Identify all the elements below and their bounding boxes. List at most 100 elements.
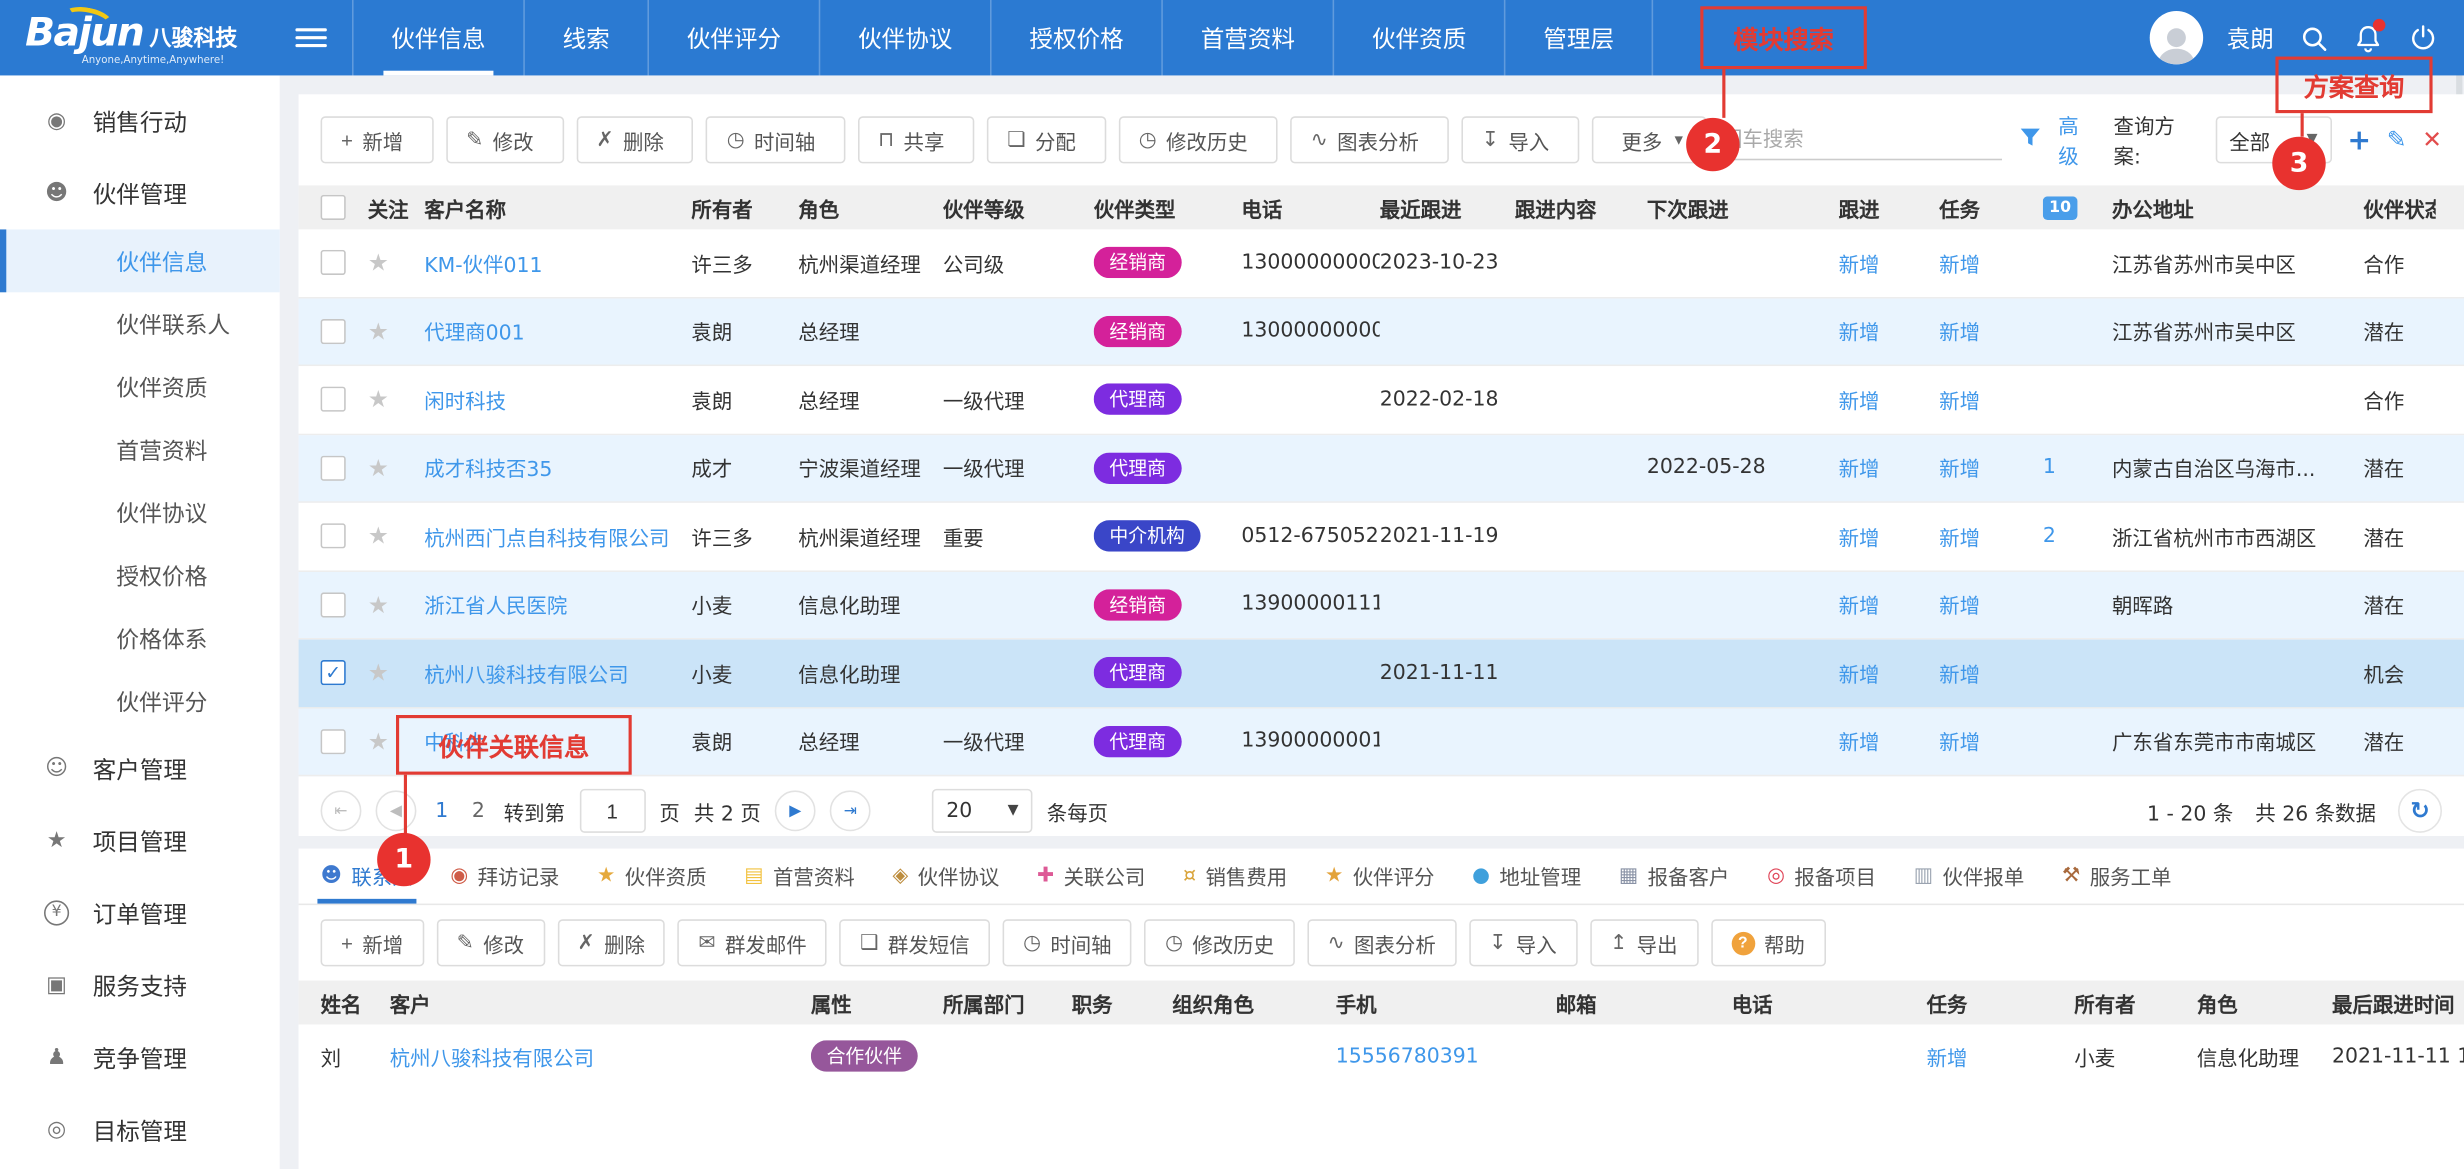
related-tab[interactable]: ★ 伙伴资质 <box>597 849 706 904</box>
page-number-2[interactable]: 2 <box>467 799 489 823</box>
task-add-link[interactable]: 新增 <box>1939 248 1980 278</box>
toolbar-button[interactable]: + 新增 <box>321 919 424 966</box>
top-menu-item[interactable]: 伙伴资质 <box>1333 0 1504 75</box>
sidebar-item[interactable]: ☺ 客户管理 <box>0 732 280 804</box>
favorite-star-icon[interactable]: ★ <box>368 590 389 618</box>
customer-name-link[interactable]: 代理商001 <box>424 316 524 346</box>
select-all-checkbox[interactable] <box>321 195 346 220</box>
app-logo[interactable]: Bajun 八骏科技 Anyone,Anytime,Anywhere! <box>0 0 280 75</box>
count-link[interactable]: 2 <box>2043 524 2056 548</box>
avatar[interactable] <box>2150 11 2203 64</box>
toolbar-button[interactable]: ◷ 修改历史 <box>1118 116 1277 163</box>
table-row[interactable]: ✓ ★ 闲时科技 袁朗 总经理 一级代理 代理商 2022-02-18 新增 新… <box>299 366 2464 434</box>
task-add-link[interactable]: 新增 <box>1939 521 1980 551</box>
top-menu-item[interactable]: 授权价格 <box>990 0 1161 75</box>
sidebar-item[interactable]: ¥ 订单管理 <box>0 877 280 949</box>
follow-add-link[interactable]: 新增 <box>1839 316 1880 346</box>
sidebar-item[interactable]: 授权价格 <box>0 544 280 607</box>
related-tab[interactable]: ▥ 伙伴报单 <box>1914 849 2024 904</box>
toolbar-button[interactable]: ✉ 群发邮件 <box>678 919 827 966</box>
sidebar-item[interactable]: ◉ 销售行动 <box>0 85 280 157</box>
sidebar-item[interactable]: ♟ 竞争管理 <box>0 1021 280 1093</box>
row-checkbox[interactable]: ✓ <box>321 455 346 480</box>
toolbar-button[interactable]: ⊓ 共享 <box>858 116 975 163</box>
table-row[interactable]: ✓ ★ 杭州八骏科技有限公司 小麦 信息化助理 代理商 2021-11-11 新… <box>299 640 2464 708</box>
related-tab[interactable]: ★ 伙伴评分 <box>1325 849 1434 904</box>
row-checkbox[interactable]: ✓ <box>321 250 346 275</box>
toolbar-button[interactable]: ↧ 导入 <box>1469 919 1577 966</box>
search-icon[interactable] <box>2297 22 2328 53</box>
favorite-star-icon[interactable]: ★ <box>368 385 389 413</box>
notification-bell-icon[interactable] <box>2352 22 2383 53</box>
task-add-link[interactable]: 新增 <box>1939 658 1980 688</box>
task-add-link[interactable]: 新增 <box>1939 726 1980 756</box>
contact-customer-link[interactable]: 杭州八骏科技有限公司 <box>390 1041 594 1071</box>
toolbar-button[interactable]: ◷ 修改历史 <box>1145 919 1295 966</box>
task-add-link[interactable]: 新增 <box>1939 590 1980 620</box>
next-page-button[interactable]: ▶ <box>775 790 816 831</box>
follow-add-link[interactable]: 新增 <box>1839 521 1880 551</box>
top-menu-item[interactable]: 首营资料 <box>1161 0 1332 75</box>
sidebar-item[interactable]: 首营资料 <box>0 418 280 481</box>
row-checkbox[interactable]: ✓ <box>321 524 346 549</box>
logout-power-icon[interactable] <box>2407 22 2438 53</box>
customer-name-link[interactable]: 成才科技否35 <box>424 453 552 483</box>
customer-name-link[interactable]: 杭州西门点自科技有限公司 <box>424 521 669 551</box>
related-tab[interactable]: ▤ 首营资料 <box>744 849 854 904</box>
sidebar-item[interactable]: 伙伴资质 <box>0 355 280 418</box>
follow-add-link[interactable]: 新增 <box>1839 726 1880 756</box>
task-add-link[interactable]: 新增 <box>1939 385 1980 415</box>
sidebar-item[interactable]: 伙伴联系人 <box>0 292 280 355</box>
table-row[interactable]: ✓ ★ 代理商001 袁朗 总经理 经销商 13000000000 新增 新增 … <box>299 298 2464 366</box>
sidebar-item[interactable]: ▣ 服务支持 <box>0 949 280 1021</box>
follow-add-link[interactable]: 新增 <box>1839 385 1880 415</box>
toolbar-button[interactable]: ↧ 导入 <box>1461 116 1579 163</box>
search-input[interactable] <box>1719 119 2002 160</box>
customer-name-link[interactable]: KM-伙伴011 <box>424 248 542 278</box>
menu-toggle-icon[interactable] <box>295 0 326 75</box>
favorite-star-icon[interactable]: ★ <box>368 659 389 687</box>
task-add-link[interactable]: 新增 <box>1939 316 1980 346</box>
row-checkbox[interactable]: ✓ <box>321 660 346 685</box>
related-tab[interactable]: ◎ 报备项目 <box>1767 849 1876 904</box>
favorite-star-icon[interactable]: ★ <box>368 249 389 277</box>
favorite-star-icon[interactable]: ★ <box>368 317 389 345</box>
table-row[interactable]: ✓ ★ 成才科技否35 成才 宁波渠道经理 一级代理 代理商 2022-05-2… <box>299 435 2464 503</box>
related-tab[interactable]: ◈ 伙伴协议 <box>892 849 999 904</box>
follow-add-link[interactable]: 新增 <box>1839 658 1880 688</box>
task-add-link[interactable]: 新增 <box>1939 453 1980 483</box>
sidebar-item[interactable]: 伙伴信息 <box>0 229 280 292</box>
refresh-icon[interactable]: ↻ <box>2398 789 2442 833</box>
last-page-button[interactable]: ⇥ <box>830 790 871 831</box>
related-tab[interactable]: ◉ 拜访记录 <box>450 849 559 904</box>
filter-funnel-icon[interactable] <box>2017 125 2042 155</box>
row-checkbox[interactable]: ✓ <box>321 319 346 344</box>
contact-mobile-link[interactable]: 15556780391 <box>1336 1044 1479 1068</box>
toolbar-button[interactable]: + 新增 <box>321 116 434 163</box>
follow-add-link[interactable]: 新增 <box>1839 453 1880 483</box>
related-tab[interactable]: ● 地址管理 <box>1472 849 1581 904</box>
top-menu-item[interactable]: 线索 <box>523 0 647 75</box>
row-checkbox[interactable]: ✓ <box>321 387 346 412</box>
favorite-star-icon[interactable]: ★ <box>368 454 389 482</box>
contact-row[interactable]: 刘 杭州八骏科技有限公司 合作伙伴 15556780391 新增 小麦 信息化助… <box>299 1025 2464 1088</box>
customer-name-link[interactable]: 杭州八骏科技有限公司 <box>424 658 628 688</box>
goto-page-input[interactable] <box>579 789 645 833</box>
toolbar-button[interactable]: ↥ 导出 <box>1590 919 1698 966</box>
toolbar-button[interactable]: ✎ 修改 <box>446 116 564 163</box>
top-menu-item[interactable]: 伙伴协议 <box>819 0 990 75</box>
count-link[interactable]: 1 <box>2043 456 2056 480</box>
page-size-select[interactable]: 20 ▼ <box>932 789 1033 833</box>
first-page-button[interactable]: ⇤ <box>321 790 362 831</box>
follow-add-link[interactable]: 新增 <box>1839 248 1880 278</box>
table-row[interactable]: ✓ ★ 杭州西门点自科技有限公司 许三多 杭州渠道经理 重要 中介机构 0512… <box>299 503 2464 571</box>
sidebar-item[interactable]: ◎ 目标管理 <box>0 1094 280 1166</box>
customer-name-link[interactable]: 浙江省人民医院 <box>424 590 567 620</box>
advanced-search-link[interactable]: 高级 <box>2058 110 2098 170</box>
sidebar-item[interactable]: 伙伴协议 <box>0 481 280 544</box>
row-checkbox[interactable]: ✓ <box>321 592 346 617</box>
top-menu-item[interactable]: 伙伴信息 <box>352 0 523 75</box>
sidebar-item[interactable]: ☻ 伙伴管理 <box>0 157 280 229</box>
edit-plan-button[interactable]: ✎ <box>2387 126 2407 154</box>
toolbar-button[interactable]: ∿ 图表分析 <box>1290 116 1449 163</box>
